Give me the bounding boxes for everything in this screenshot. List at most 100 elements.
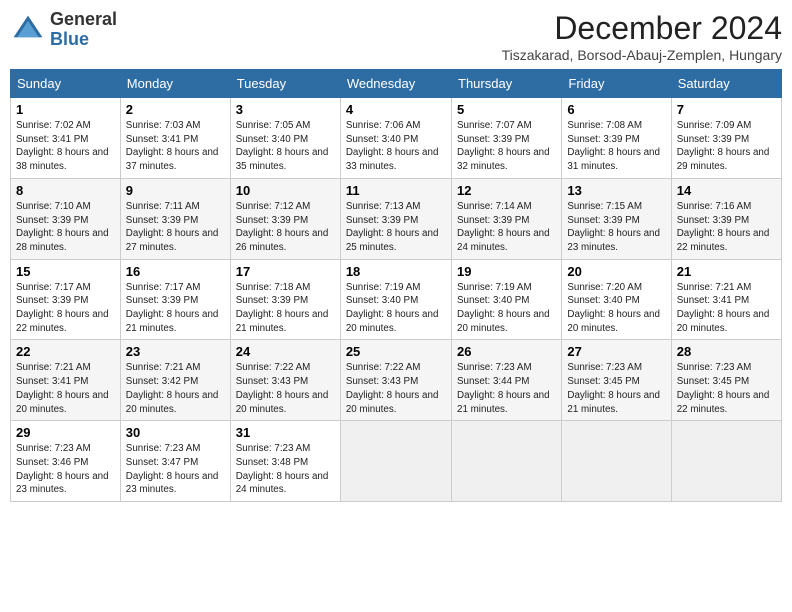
day-info: Sunrise: 7:23 AMSunset: 3:44 PMDaylight:… — [457, 361, 556, 416]
calendar-cell: 15 Sunrise: 7:17 AMSunset: 3:39 PMDayligh… — [11, 259, 121, 340]
calendar-cell: 6 Sunrise: 7:08 AMSunset: 3:39 PMDaylight… — [562, 98, 671, 179]
day-info: Sunrise: 7:09 AMSunset: 3:39 PMDaylight:… — [677, 119, 776, 174]
day-info: Sunrise: 7:22 AMSunset: 3:43 PMDaylight:… — [236, 361, 335, 416]
calendar-cell: 5Sunrise: 7:07 AMSunset: 3:39 PMDaylight… — [452, 98, 562, 179]
day-number: 27 — [567, 344, 665, 359]
calendar-cell: 23 Sunrise: 7:21 AMSunset: 3:42 PMDayligh… — [120, 340, 230, 421]
day-info: Sunrise: 7:11 AMSunset: 3:39 PMDaylight:… — [126, 200, 225, 255]
calendar-cell: 24 Sunrise: 7:22 AMSunset: 3:43 PMDayligh… — [230, 340, 340, 421]
day-info: Sunrise: 7:08 AMSunset: 3:39 PMDaylight:… — [567, 119, 665, 174]
calendar-cell: 9 Sunrise: 7:11 AMSunset: 3:39 PMDaylight… — [120, 178, 230, 259]
calendar-cell: 27 Sunrise: 7:23 AMSunset: 3:45 PMDayligh… — [562, 340, 671, 421]
week-row-2: 8 Sunrise: 7:10 AMSunset: 3:39 PMDaylight… — [11, 178, 782, 259]
weekday-header-saturday: Saturday — [671, 70, 781, 98]
day-info: Sunrise: 7:21 AMSunset: 3:42 PMDaylight:… — [126, 361, 225, 416]
calendar-cell — [671, 421, 781, 502]
weekday-header-sunday: Sunday — [11, 70, 121, 98]
calendar-cell: 30Sunrise: 7:23 AMSunset: 3:47 PMDayligh… — [120, 421, 230, 502]
day-info: Sunrise: 7:15 AMSunset: 3:39 PMDaylight:… — [567, 200, 665, 255]
day-info: Sunrise: 7:17 AMSunset: 3:39 PMDaylight:… — [16, 281, 115, 336]
day-number: 24 — [236, 344, 335, 359]
calendar-cell: 4 Sunrise: 7:06 AMSunset: 3:40 PMDaylight… — [340, 98, 451, 179]
calendar-cell: 13 Sunrise: 7:15 AMSunset: 3:39 PMDayligh… — [562, 178, 671, 259]
day-info: Sunrise: 7:23 AMSunset: 3:46 PMDaylight:… — [16, 442, 115, 497]
weekday-header-thursday: Thursday — [452, 70, 562, 98]
calendar-cell: 25 Sunrise: 7:22 AMSunset: 3:43 PMDayligh… — [340, 340, 451, 421]
day-info: Sunrise: 7:22 AMSunset: 3:43 PMDaylight:… — [346, 361, 446, 416]
day-number: 12 — [457, 183, 556, 198]
day-number: 4 — [346, 102, 446, 117]
weekday-header-row: SundayMondayTuesdayWednesdayThursdayFrid… — [11, 70, 782, 98]
day-number: 9 — [126, 183, 225, 198]
day-info: Sunrise: 7:13 AMSunset: 3:39 PMDaylight:… — [346, 200, 446, 255]
day-number: 3 — [236, 102, 335, 117]
day-info: Sunrise: 7:12 AMSunset: 3:39 PMDaylight:… — [236, 200, 335, 255]
calendar-cell: 14 Sunrise: 7:16 AMSunset: 3:39 PMDayligh… — [671, 178, 781, 259]
weekday-header-friday: Friday — [562, 70, 671, 98]
day-number: 8 — [16, 183, 115, 198]
day-info: Sunrise: 7:05 AMSunset: 3:40 PMDaylight:… — [236, 119, 335, 174]
logo-blue-text: Blue — [50, 29, 89, 49]
day-number: 13 — [567, 183, 665, 198]
calendar-cell: 1Sunrise: 7:02 AMSunset: 3:41 PMDaylight… — [11, 98, 121, 179]
day-number: 25 — [346, 344, 446, 359]
logo-icon — [10, 12, 46, 48]
day-number: 18 — [346, 264, 446, 279]
calendar-table: SundayMondayTuesdayWednesdayThursdayFrid… — [10, 69, 782, 502]
day-number: 23 — [126, 344, 225, 359]
day-info: Sunrise: 7:19 AMSunset: 3:40 PMDaylight:… — [346, 281, 446, 336]
weekday-header-monday: Monday — [120, 70, 230, 98]
day-number: 2 — [126, 102, 225, 117]
title-section: December 2024 Tiszakarad, Borsod-Abauj-Z… — [502, 10, 782, 63]
calendar-cell — [562, 421, 671, 502]
day-info: Sunrise: 7:17 AMSunset: 3:39 PMDaylight:… — [126, 281, 225, 336]
calendar-cell: 26 Sunrise: 7:23 AMSunset: 3:44 PMDayligh… — [452, 340, 562, 421]
logo-general-text: General — [50, 9, 117, 29]
calendar-cell: 31 Sunrise: 7:23 AMSunset: 3:48 PMDayligh… — [230, 421, 340, 502]
day-number: 5 — [457, 102, 556, 117]
day-info: Sunrise: 7:19 AMSunset: 3:40 PMDaylight:… — [457, 281, 556, 336]
calendar-cell: 7 Sunrise: 7:09 AMSunset: 3:39 PMDaylight… — [671, 98, 781, 179]
day-number: 20 — [567, 264, 665, 279]
calendar-cell — [340, 421, 451, 502]
day-number: 7 — [677, 102, 776, 117]
calendar-cell: 2 Sunrise: 7:03 AMSunset: 3:41 PMDaylight… — [120, 98, 230, 179]
calendar-cell: 16 Sunrise: 7:17 AMSunset: 3:39 PMDayligh… — [120, 259, 230, 340]
day-number: 6 — [567, 102, 665, 117]
day-info: Sunrise: 7:23 AMSunset: 3:45 PMDaylight:… — [677, 361, 776, 416]
day-info: Sunrise: 7:06 AMSunset: 3:40 PMDaylight:… — [346, 119, 446, 174]
day-number: 10 — [236, 183, 335, 198]
day-number: 15 — [16, 264, 115, 279]
day-info: Sunrise: 7:21 AMSunset: 3:41 PMDaylight:… — [16, 361, 115, 416]
weekday-header-tuesday: Tuesday — [230, 70, 340, 98]
week-row-5: 29Sunrise: 7:23 AMSunset: 3:46 PMDayligh… — [11, 421, 782, 502]
calendar-cell: 18 Sunrise: 7:19 AMSunset: 3:40 PMDayligh… — [340, 259, 451, 340]
day-info: Sunrise: 7:21 AMSunset: 3:41 PMDaylight:… — [677, 281, 776, 336]
day-number: 30 — [126, 425, 225, 440]
day-info: Sunrise: 7:18 AMSunset: 3:39 PMDaylight:… — [236, 281, 335, 336]
calendar-cell: 11Sunrise: 7:13 AMSunset: 3:39 PMDayligh… — [340, 178, 451, 259]
weekday-header-wednesday: Wednesday — [340, 70, 451, 98]
day-number: 21 — [677, 264, 776, 279]
calendar-cell: 10 Sunrise: 7:12 AMSunset: 3:39 PMDayligh… — [230, 178, 340, 259]
day-number: 26 — [457, 344, 556, 359]
day-number: 19 — [457, 264, 556, 279]
week-row-4: 22 Sunrise: 7:21 AMSunset: 3:41 PMDayligh… — [11, 340, 782, 421]
calendar-cell: 3 Sunrise: 7:05 AMSunset: 3:40 PMDaylight… — [230, 98, 340, 179]
day-number: 14 — [677, 183, 776, 198]
location-title: Tiszakarad, Borsod-Abauj-Zemplen, Hungar… — [502, 47, 782, 63]
day-number: 17 — [236, 264, 335, 279]
day-info: Sunrise: 7:23 AMSunset: 3:48 PMDaylight:… — [236, 442, 335, 497]
day-info: Sunrise: 7:10 AMSunset: 3:39 PMDaylight:… — [16, 200, 115, 255]
week-row-1: 1Sunrise: 7:02 AMSunset: 3:41 PMDaylight… — [11, 98, 782, 179]
calendar-cell — [452, 421, 562, 502]
day-number: 31 — [236, 425, 335, 440]
day-info: Sunrise: 7:16 AMSunset: 3:39 PMDaylight:… — [677, 200, 776, 255]
day-info: Sunrise: 7:20 AMSunset: 3:40 PMDaylight:… — [567, 281, 665, 336]
day-number: 16 — [126, 264, 225, 279]
day-info: Sunrise: 7:23 AMSunset: 3:45 PMDaylight:… — [567, 361, 665, 416]
day-info: Sunrise: 7:03 AMSunset: 3:41 PMDaylight:… — [126, 119, 225, 174]
day-number: 22 — [16, 344, 115, 359]
calendar-cell: 17 Sunrise: 7:18 AMSunset: 3:39 PMDayligh… — [230, 259, 340, 340]
calendar-cell: 21 Sunrise: 7:21 AMSunset: 3:41 PMDayligh… — [671, 259, 781, 340]
